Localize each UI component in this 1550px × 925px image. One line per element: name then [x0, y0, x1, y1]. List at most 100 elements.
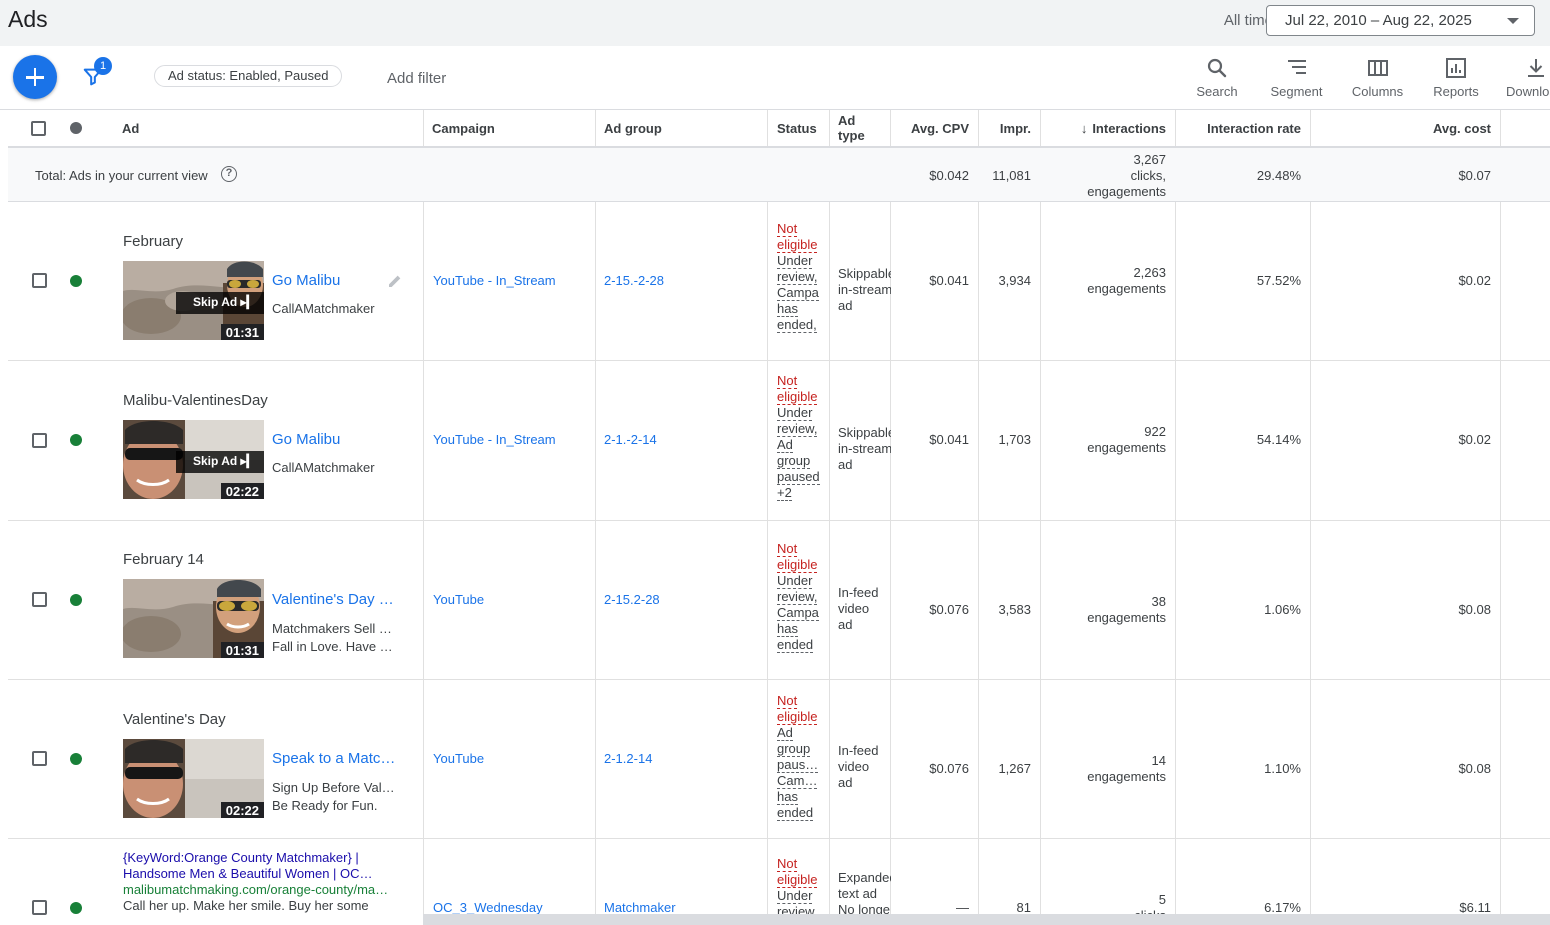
- col-interactions-label: Interactions: [1092, 121, 1166, 136]
- text-ad-url: malibumatchmaking.com/orange-county/ma…: [123, 882, 389, 897]
- filter-count-badge: 1: [94, 57, 112, 75]
- status-cell[interactable]: Not eligible Under review, Campa has end…: [777, 541, 823, 653]
- row-checkbox[interactable]: [32, 592, 47, 607]
- ad-headline[interactable]: Speak to a Matc…: [272, 750, 395, 767]
- help-icon[interactable]: ?: [221, 166, 237, 182]
- campaign-link[interactable]: YouTube: [433, 751, 484, 766]
- text-ad-headline[interactable]: {KeyWord:Orange County Matchmaker} |: [123, 850, 359, 866]
- video-thumbnail[interactable]: Skip Ad ▸▎ 01:31: [123, 261, 264, 340]
- video-thumbnail[interactable]: 02:22: [123, 739, 264, 818]
- columns-button[interactable]: Columns: [1349, 56, 1406, 99]
- segment-button[interactable]: Segment: [1268, 56, 1325, 99]
- status-reason: Cam…: [777, 773, 818, 789]
- select-all-checkbox[interactable]: [31, 121, 46, 136]
- status-reason: Under: [777, 405, 813, 421]
- table-header: Ad Campaign Ad group Status Ad type Avg.…: [8, 110, 1550, 147]
- dropdown-arrow-icon: [1507, 18, 1519, 24]
- ad-type-text: video: [838, 759, 870, 774]
- enabled-status-dot[interactable]: [70, 594, 82, 606]
- date-range-select[interactable]: Jul 22, 2010 – Aug 22, 2025: [1266, 5, 1535, 36]
- status-reason: ended: [777, 637, 814, 653]
- text-ad-headline[interactable]: Handsome Men & Beautiful Women | OC…: [123, 866, 373, 882]
- reports-icon: [1446, 58, 1466, 78]
- search-button[interactable]: Search: [1195, 56, 1239, 99]
- ad-type-text: ad: [838, 775, 853, 790]
- ad-headline[interactable]: Go Malibu: [272, 431, 340, 448]
- impressions: 3,583: [998, 602, 1031, 617]
- video-thumbnail[interactable]: 01:31: [123, 579, 264, 658]
- col-avg-cpv[interactable]: Avg. CPV: [890, 121, 969, 136]
- status-reason: Ad: [777, 725, 793, 741]
- ad-group-link[interactable]: 2-15.2-28: [604, 592, 660, 607]
- enabled-status-dot[interactable]: [70, 275, 82, 287]
- interactions-value: 38: [1151, 594, 1166, 609]
- col-ad-group[interactable]: Ad group: [604, 121, 662, 136]
- status-dot-header: [70, 122, 82, 134]
- row-checkbox[interactable]: [32, 433, 47, 448]
- col-ad[interactable]: Ad: [122, 121, 139, 136]
- video-duration: 02:22: [220, 483, 264, 499]
- campaign-link[interactable]: YouTube - In_Stream: [433, 432, 556, 447]
- edit-pencil-icon[interactable]: [387, 273, 403, 289]
- campaign-link[interactable]: YouTube: [433, 592, 484, 607]
- segment-icon: [1287, 60, 1306, 74]
- ad-group-link[interactable]: 2-15.-2-28: [604, 273, 664, 288]
- ad-headline[interactable]: Valentine's Day …: [272, 591, 394, 608]
- row-checkbox[interactable]: [32, 273, 47, 288]
- reports-button[interactable]: Reports: [1430, 56, 1482, 99]
- ad-headline[interactable]: Go Malibu: [272, 272, 340, 289]
- total-interactions-unit: engagements: [1087, 184, 1166, 199]
- campaign-link[interactable]: YouTube - In_Stream: [433, 273, 556, 288]
- avg-cost: $0.02: [1458, 273, 1491, 288]
- status-reason: Under: [777, 888, 813, 904]
- enabled-status-dot[interactable]: [70, 753, 82, 765]
- page-header: Ads All time Jul 22, 2010 – Aug 22, 2025: [0, 0, 1550, 46]
- ad-type-cell: Skippable in-stream ad: [838, 425, 891, 473]
- status-reason: Campa: [777, 605, 819, 621]
- ad-group-link[interactable]: 2-1.2-14: [604, 751, 652, 766]
- status-cell[interactable]: Not eligible Ad group paus… Cam… has end…: [777, 693, 823, 821]
- ad-group-link[interactable]: Matchmaker: [604, 900, 676, 915]
- interactions: 14 engagements: [1040, 753, 1166, 785]
- row-checkbox[interactable]: [32, 751, 47, 766]
- ad-name: February: [123, 233, 184, 250]
- status-reason: review,: [777, 421, 818, 437]
- video-thumbnail[interactable]: Skip Ad ▸▎ 02:22: [123, 420, 264, 499]
- campaign-link[interactable]: OC_3_Wednesday: [433, 900, 543, 915]
- ad-name: Valentine's Day: [123, 711, 226, 728]
- status-text: eligible: [777, 237, 818, 253]
- col-ad-type[interactable]: Ad type: [838, 113, 872, 143]
- col-campaign[interactable]: Campaign: [432, 121, 495, 136]
- status-reason: ended: [777, 805, 814, 821]
- ad-group-link[interactable]: 2-1.-2-14: [604, 432, 657, 447]
- status-cell[interactable]: Not eligible Under review, Ad group paus…: [777, 373, 823, 501]
- status-text: eligible: [777, 389, 818, 405]
- ad-type-text: ad: [838, 617, 853, 632]
- enabled-status-dot[interactable]: [70, 902, 82, 914]
- ad-type-text: In-feed: [838, 585, 879, 600]
- enabled-status-dot[interactable]: [70, 434, 82, 446]
- table-row: Malibu-ValentinesDay Skip Ad ▸▎ 02:22 Go…: [8, 361, 1550, 521]
- horizontal-scrollbar[interactable]: [423, 914, 1550, 925]
- col-interactions[interactable]: ↓ Interactions: [1040, 121, 1166, 136]
- columns-label: Columns: [1351, 84, 1404, 99]
- ad-type-text: Skippable: [838, 266, 891, 281]
- impressions: 1,703: [998, 432, 1031, 447]
- video-duration: 01:31: [220, 642, 264, 658]
- total-avg-cpv: $0.042: [929, 168, 969, 183]
- status-cell[interactable]: Not eligible Under review, Campa has end…: [777, 221, 823, 333]
- add-filter-button[interactable]: Add filter: [387, 70, 446, 87]
- col-interaction-rate[interactable]: Interaction rate: [1175, 121, 1301, 136]
- status-cell[interactable]: Not eligible Under review: [777, 856, 823, 920]
- download-label: Download: [1506, 84, 1550, 99]
- col-status[interactable]: Status: [777, 121, 817, 136]
- total-label: Total: Ads in your current view: [35, 168, 208, 183]
- download-button[interactable]: Download: [1506, 56, 1550, 99]
- interactions-value: 2,263: [1133, 265, 1166, 280]
- filter-chip-ad-status[interactable]: Ad status: Enabled, Paused: [154, 65, 343, 87]
- ad-name: Malibu-ValentinesDay: [123, 392, 268, 409]
- row-checkbox[interactable]: [32, 900, 47, 915]
- col-impr[interactable]: Impr.: [978, 121, 1031, 136]
- col-avg-cost[interactable]: Avg. cost: [1310, 121, 1491, 136]
- add-button[interactable]: [13, 55, 57, 99]
